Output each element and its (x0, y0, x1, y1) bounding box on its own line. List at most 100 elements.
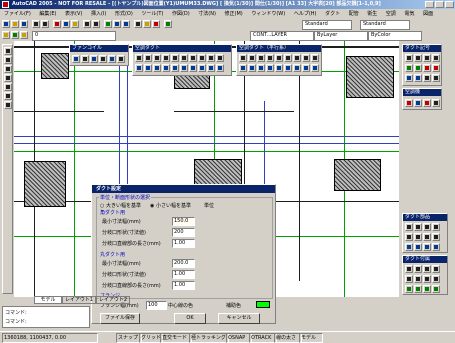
parallel-icon-16[interactable] (293, 64, 301, 72)
duct-icon-13[interactable] (153, 64, 161, 72)
parts-icon-2[interactable] (414, 223, 422, 231)
command-window[interactable]: コマンド: コマンド: (2, 306, 90, 328)
menu-duct[interactable]: ダクト (325, 11, 340, 17)
field-a2[interactable]: 200 (172, 228, 195, 237)
lineweight-combo[interactable]: ByLayer (314, 31, 368, 41)
save-icon[interactable] (20, 20, 28, 28)
parallel-icon-3[interactable] (257, 54, 265, 62)
duct-icon-3[interactable] (153, 54, 161, 62)
duct-icon-2[interactable] (144, 54, 152, 62)
dim-style-combo[interactable]: Standard (360, 20, 410, 30)
palette-duct-parts-title[interactable]: ダクト部品 (403, 214, 447, 221)
symbol-icon-3[interactable] (423, 54, 431, 62)
parallel-icon-2[interactable] (248, 54, 256, 62)
rectangle-icon[interactable] (4, 65, 12, 73)
field-a3[interactable]: 1.00 (172, 239, 195, 248)
duct-icon-8[interactable] (198, 54, 206, 62)
menu-view[interactable]: 表示(V) (65, 11, 82, 17)
menu-dimension[interactable]: 寸法(N) (198, 11, 216, 17)
accessory-icon-3[interactable] (423, 265, 431, 273)
duct-icon-16[interactable] (180, 64, 188, 72)
zoom-icon[interactable] (113, 20, 121, 28)
parallel-icon-7[interactable] (293, 54, 301, 62)
plot-style-combo[interactable]: ByColor (368, 31, 422, 41)
symbol-icon-5[interactable] (405, 64, 413, 72)
accessory-icon-1[interactable] (405, 265, 413, 273)
duct-icon-1[interactable] (135, 54, 143, 62)
app-icon[interactable] (2, 1, 9, 8)
parallel-icon-15[interactable] (284, 64, 292, 72)
parallel-icon-5[interactable] (275, 54, 283, 62)
duct-icon-6[interactable] (180, 54, 188, 62)
fancoil-icon-3[interactable] (90, 55, 98, 63)
palette-duct-parallel-title[interactable]: 空調ダクト（平行系） (237, 45, 321, 52)
design-center-icon[interactable] (143, 20, 151, 28)
parts-icon-8[interactable] (432, 233, 440, 241)
tab-layout2[interactable]: レイアウト2 (96, 296, 130, 304)
accessory-icon-10[interactable] (414, 285, 422, 293)
flange-field[interactable]: 100 (146, 301, 167, 310)
accessory-icon-7[interactable] (423, 275, 431, 283)
text-style-combo[interactable]: Standard (302, 20, 352, 30)
open-icon[interactable] (11, 20, 19, 28)
palette-duct-title[interactable]: 空調ダクト (133, 45, 231, 52)
maximize-button[interactable] (435, 1, 444, 8)
duct-icon-7[interactable] (189, 54, 197, 62)
parts-icon-10[interactable] (414, 243, 422, 251)
duct-icon-4[interactable] (162, 54, 170, 62)
parallel-icon-14[interactable] (275, 64, 283, 72)
accessory-icon-12[interactable] (432, 285, 440, 293)
zoom-window-icon[interactable] (122, 20, 130, 28)
hatch-icon[interactable] (4, 92, 12, 100)
layer-freeze-icon[interactable] (20, 31, 28, 39)
fill-color-swatch[interactable] (256, 301, 270, 308)
fancoil-icon-1[interactable] (72, 55, 80, 63)
aircon-icon-2[interactable] (414, 99, 422, 107)
menu-edit[interactable]: 編集(E) (39, 11, 56, 17)
ok-button[interactable]: OK (174, 313, 206, 324)
help-icon[interactable] (164, 20, 172, 28)
parts-icon-1[interactable] (405, 223, 413, 231)
duct-icon-19[interactable] (207, 64, 215, 72)
duct-icon-18[interactable] (198, 64, 206, 72)
text-icon[interactable] (4, 101, 12, 109)
field-b3[interactable]: 1.00 (172, 281, 195, 290)
polyline-icon[interactable] (4, 56, 12, 64)
aircon-icon-4[interactable] (432, 99, 440, 107)
duct-icon-12[interactable] (144, 64, 152, 72)
parallel-icon-17[interactable] (302, 64, 310, 72)
aircon-icon-1[interactable] (405, 99, 413, 107)
arc-icon[interactable] (4, 83, 12, 91)
layer-manager-icon[interactable] (2, 31, 10, 39)
duct-icon-10[interactable] (216, 54, 224, 62)
parts-icon-12[interactable] (432, 243, 440, 251)
minimize-button[interactable] (425, 1, 434, 8)
properties-icon[interactable] (134, 20, 142, 28)
symbol-icon-9[interactable] (405, 74, 413, 82)
duct-icon-9[interactable] (207, 54, 215, 62)
symbol-icon-7[interactable] (423, 64, 431, 72)
parts-icon-4[interactable] (432, 223, 440, 231)
layer-on-icon[interactable] (11, 31, 19, 39)
parts-icon-3[interactable] (423, 223, 431, 231)
duct-icon-5[interactable] (171, 54, 179, 62)
dialog-title-bar[interactable]: ダクト設定 (92, 185, 275, 193)
circle-icon[interactable] (4, 74, 12, 82)
field-b2[interactable]: 1.00 (172, 270, 195, 279)
paste-icon[interactable] (71, 20, 79, 28)
layer-combo[interactable]: 0 (32, 31, 116, 41)
accessory-icon-8[interactable] (432, 275, 440, 283)
menu-hvac[interactable]: 空調 (386, 11, 396, 17)
field-b1[interactable]: 200.0 (172, 259, 195, 268)
tab-model[interactable]: モデル (34, 296, 62, 304)
undo-icon[interactable] (83, 20, 91, 28)
menu-window[interactable]: ウィンドウ(W) (251, 11, 285, 17)
symbol-icon-10[interactable] (414, 74, 422, 82)
parallel-icon-6[interactable] (284, 54, 292, 62)
duct-icon-11[interactable] (135, 64, 143, 72)
parallel-icon-4[interactable] (266, 54, 274, 62)
accessory-icon-2[interactable] (414, 265, 422, 273)
duct-icon-14[interactable] (162, 64, 170, 72)
symbol-icon-12[interactable] (432, 74, 440, 82)
symbol-icon-11[interactable] (423, 74, 431, 82)
